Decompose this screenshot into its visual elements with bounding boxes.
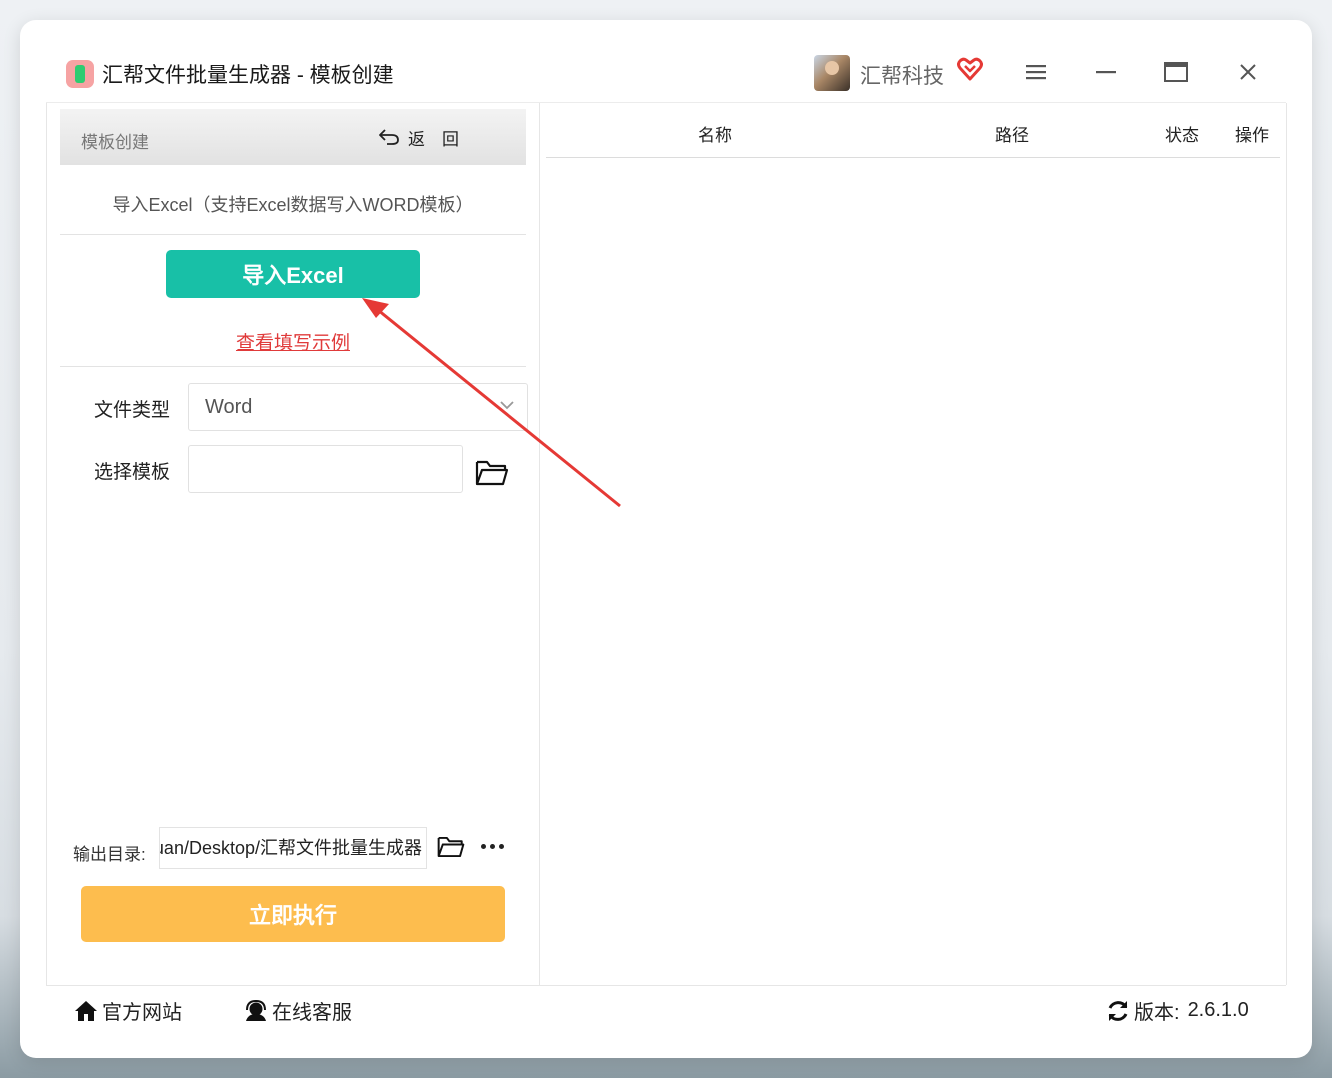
maximize-icon	[1164, 62, 1188, 82]
support-icon	[246, 999, 266, 1021]
online-support-link[interactable]: 在线客服	[244, 996, 352, 1025]
back-arrow-icon	[379, 129, 399, 145]
file-type-value: Word	[205, 396, 253, 418]
table-header: 名称 路径 状态 操作	[546, 103, 1280, 158]
divider	[60, 366, 526, 367]
output-dir-label: 输出目录:	[73, 845, 146, 864]
official-website-link[interactable]: 官方网站	[74, 996, 182, 1025]
run-now-button[interactable]: 立即执行	[81, 886, 505, 942]
official-website-label: 官方网站	[102, 1002, 182, 1024]
version-value: 2.6.1.0	[1187, 999, 1249, 1021]
folder-icon[interactable]	[437, 834, 465, 860]
template-label: 选择模板	[94, 462, 171, 483]
app-logo-icon	[66, 60, 94, 88]
window-title: 汇帮文件批量生成器 - 模板创建	[102, 64, 394, 87]
close-button[interactable]	[1232, 56, 1264, 88]
version-label: 版本:	[1134, 1002, 1180, 1024]
menu-icon	[1026, 65, 1046, 80]
minimize-button[interactable]	[1090, 56, 1122, 88]
chevron-down-icon	[500, 401, 514, 410]
left-panel: 模板创建 返回 导入Excel（支持Excel数据写入WORD模板） 导入Exc…	[46, 103, 540, 986]
user-avatar[interactable]	[814, 55, 850, 91]
import-excel-button[interactable]: 导入Excel	[166, 250, 420, 298]
back-label: 返回	[408, 129, 476, 149]
column-header-path: 路径	[995, 126, 1029, 145]
folder-icon[interactable]	[475, 458, 509, 488]
menu-button[interactable]	[1020, 56, 1052, 88]
minimize-icon	[1096, 71, 1116, 74]
file-type-label: 文件类型	[94, 400, 171, 421]
vip-heart-icon[interactable]	[957, 56, 983, 82]
import-hint: 导入Excel（支持Excel数据写入WORD模板）	[112, 195, 474, 215]
panel-header: 模板创建 返回	[60, 109, 526, 165]
online-support-label: 在线客服	[272, 1002, 352, 1024]
column-header-action: 操作	[1235, 126, 1269, 145]
app-window: 汇帮文件批量生成器 - 模板创建 汇帮科技 模板创建 返回 导入Excel（支持…	[20, 20, 1312, 1058]
column-header-status: 状态	[1165, 126, 1199, 145]
refresh-icon	[1108, 1000, 1128, 1021]
output-dir-input[interactable]: uan/Desktop/汇帮文件批量生成器	[159, 827, 427, 869]
home-icon	[75, 1000, 97, 1021]
output-dir-value: uan/Desktop/汇帮文件批量生成器	[159, 838, 422, 858]
file-table-panel: 名称 路径 状态 操作	[538, 103, 1287, 985]
title-bar: 汇帮文件批量生成器 - 模板创建 汇帮科技	[46, 42, 1286, 103]
brand-name[interactable]: 汇帮科技	[860, 60, 944, 90]
template-input[interactable]	[188, 445, 463, 493]
version-info: 版本: 2.6.1.0	[1106, 996, 1249, 1025]
panel-title: 模板创建	[81, 133, 149, 152]
back-button[interactable]: 返回	[378, 125, 476, 149]
view-sample-link[interactable]: 查看填写示例	[60, 328, 526, 355]
divider	[60, 234, 526, 235]
column-header-name: 名称	[698, 126, 732, 145]
maximize-button[interactable]	[1160, 56, 1192, 88]
file-type-select[interactable]: Word	[188, 383, 528, 431]
close-icon	[1240, 64, 1256, 80]
status-bar: 官方网站 在线客服 版本: 2.6.1.0	[46, 985, 1286, 1034]
more-icon[interactable]	[477, 831, 507, 861]
